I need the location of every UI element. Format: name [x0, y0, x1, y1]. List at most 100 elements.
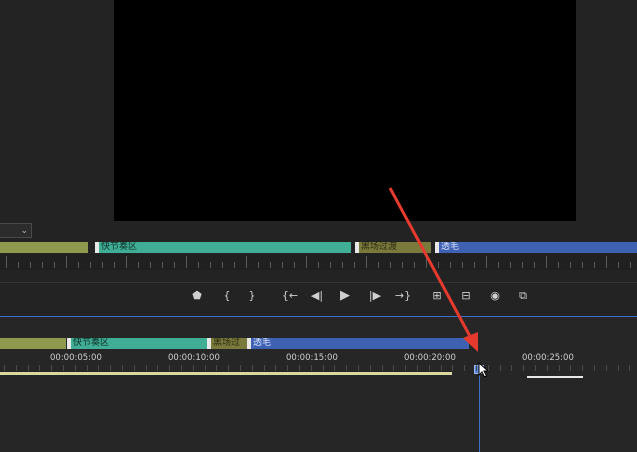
marker-label: 透毛 — [441, 242, 460, 252]
step-back-icon[interactable]: ◀| — [308, 288, 326, 304]
ruler-tick — [594, 262, 595, 268]
timeline-ruler-tick — [264, 365, 265, 371]
zoom-dropdown[interactable]: ⌄ — [0, 223, 32, 238]
marker-label — [4, 338, 6, 348]
ruler-tick — [462, 262, 463, 268]
go-to-out-icon[interactable]: →} — [394, 288, 412, 304]
marker-upper-2[interactable]: 黑场过渡 — [355, 242, 431, 253]
timeline-ruler-tick — [146, 365, 147, 371]
timeline-ruler-tick — [535, 365, 536, 371]
marker-label: 黑场过渡 — [361, 242, 398, 252]
timeline-ruler-tick — [323, 365, 324, 371]
ruler-tick — [534, 262, 535, 268]
work-area-bar-right[interactable] — [527, 376, 583, 378]
timeline-ruler-tick — [287, 365, 288, 371]
ruler-tick — [162, 262, 163, 268]
ruler-tick — [390, 262, 391, 268]
step-forward-icon[interactable]: |▶ — [366, 288, 384, 304]
program-monitor-video — [114, 0, 576, 221]
timeline-ruler-tick — [252, 365, 253, 371]
timeline-ruler-tick — [193, 365, 194, 371]
marker-upper-3[interactable]: 透毛 — [435, 242, 637, 253]
ruler-tick — [510, 262, 511, 268]
mark-out-icon[interactable]: } — [243, 288, 261, 304]
ruler-tick — [54, 262, 55, 268]
ruler-tick — [270, 262, 271, 268]
timeline-ruler-tick — [122, 365, 123, 371]
marker-upper-1[interactable]: 快节奏区 — [95, 242, 351, 253]
ruler-tick — [42, 262, 43, 268]
timeline-ruler-tick — [311, 365, 312, 371]
ruler-tick — [414, 262, 415, 268]
timeline-ruler-tick — [228, 365, 229, 371]
timeline-ruler-tick — [16, 365, 17, 371]
timeline-ruler-tick — [299, 365, 300, 371]
marker-label: 快节奏区 — [101, 242, 138, 252]
ruler-tick — [18, 262, 19, 268]
timeline-ruler-tick — [464, 365, 465, 371]
timeline-ruler-tick — [334, 365, 335, 371]
timeline-ruler-tick — [51, 365, 52, 371]
timeline-ruler-tick — [205, 365, 206, 371]
ruler-tick — [198, 262, 199, 268]
ruler-tick — [618, 262, 619, 268]
timeline-ruler-tick — [358, 365, 359, 371]
ruler-tick — [546, 256, 547, 268]
marker-label: 透毛 — [253, 338, 272, 348]
timeline-ruler-tick — [216, 365, 217, 371]
timecode-label: 00:00:10:00 — [168, 353, 220, 363]
ruler-tick — [498, 262, 499, 268]
timeline-ruler-tick — [346, 365, 347, 371]
timeline-ruler-tick — [441, 365, 442, 371]
timecode-label: 00:00:25:00 — [522, 353, 574, 363]
extract-icon[interactable]: ⊟ — [457, 288, 475, 304]
timecode-label: 00:00:05:00 — [50, 353, 102, 363]
ruler-tick — [306, 256, 307, 268]
ruler-tick — [330, 262, 331, 268]
ruler-tick — [258, 262, 259, 268]
timeline-ruler-tick — [134, 365, 135, 371]
ruler-tick — [234, 262, 235, 268]
ruler-tick — [378, 262, 379, 268]
ruler-tick — [246, 256, 247, 268]
timeline-ruler-tick — [629, 365, 630, 371]
marker-lower-1[interactable]: 快节奏区 — [67, 338, 207, 349]
button-editor-icon[interactable]: ⧉ — [514, 288, 532, 304]
timeline-ruler-tick — [523, 365, 524, 371]
camera-icon[interactable]: ◉ — [486, 288, 504, 304]
ruler-tick — [6, 256, 7, 268]
marker-lower-0[interactable] — [0, 338, 66, 349]
ruler-tick — [606, 256, 607, 268]
timeline-ruler-tick — [547, 365, 548, 371]
go-to-in-icon[interactable]: {← — [281, 288, 299, 304]
ruler-tick — [150, 262, 151, 268]
timecode-label: 00:00:20:00 — [404, 353, 456, 363]
ruler-tick — [558, 262, 559, 268]
timeline-ruler-tick — [405, 365, 406, 371]
ruler-tick — [402, 262, 403, 268]
ruler-tick — [102, 262, 103, 268]
ruler-tick — [582, 262, 583, 268]
timeline-ruler-tick — [393, 365, 394, 371]
timeline-ruler-tick — [110, 365, 111, 371]
marker-icon[interactable]: ⬟ — [188, 288, 206, 304]
ruler-tick — [282, 262, 283, 268]
ruler-tick — [366, 256, 367, 268]
play-icon[interactable]: ▶ — [336, 288, 354, 304]
timeline-ruler-tick — [606, 365, 607, 371]
timeline-ruler-tick — [594, 365, 595, 371]
timecode-label: 00:00:15:00 — [286, 353, 338, 363]
timeline-ruler-tick — [582, 365, 583, 371]
monitor-time-ruler[interactable] — [0, 254, 637, 270]
ruler-tick — [486, 256, 487, 268]
marker-upper-0[interactable] — [0, 242, 88, 253]
timeline-ruler-tick — [429, 365, 430, 371]
marker-lower-3[interactable]: 透毛 — [247, 338, 469, 349]
marker-lower-2[interactable]: 黑场过 — [207, 338, 247, 349]
timeline-ruler-tick — [39, 365, 40, 371]
mark-in-icon[interactable]: { — [218, 288, 236, 304]
lift-icon[interactable]: ⊞ — [428, 288, 446, 304]
work-area-bar[interactable] — [0, 372, 452, 375]
ruler-tick — [30, 262, 31, 268]
timeline-ruler-tick — [157, 365, 158, 371]
